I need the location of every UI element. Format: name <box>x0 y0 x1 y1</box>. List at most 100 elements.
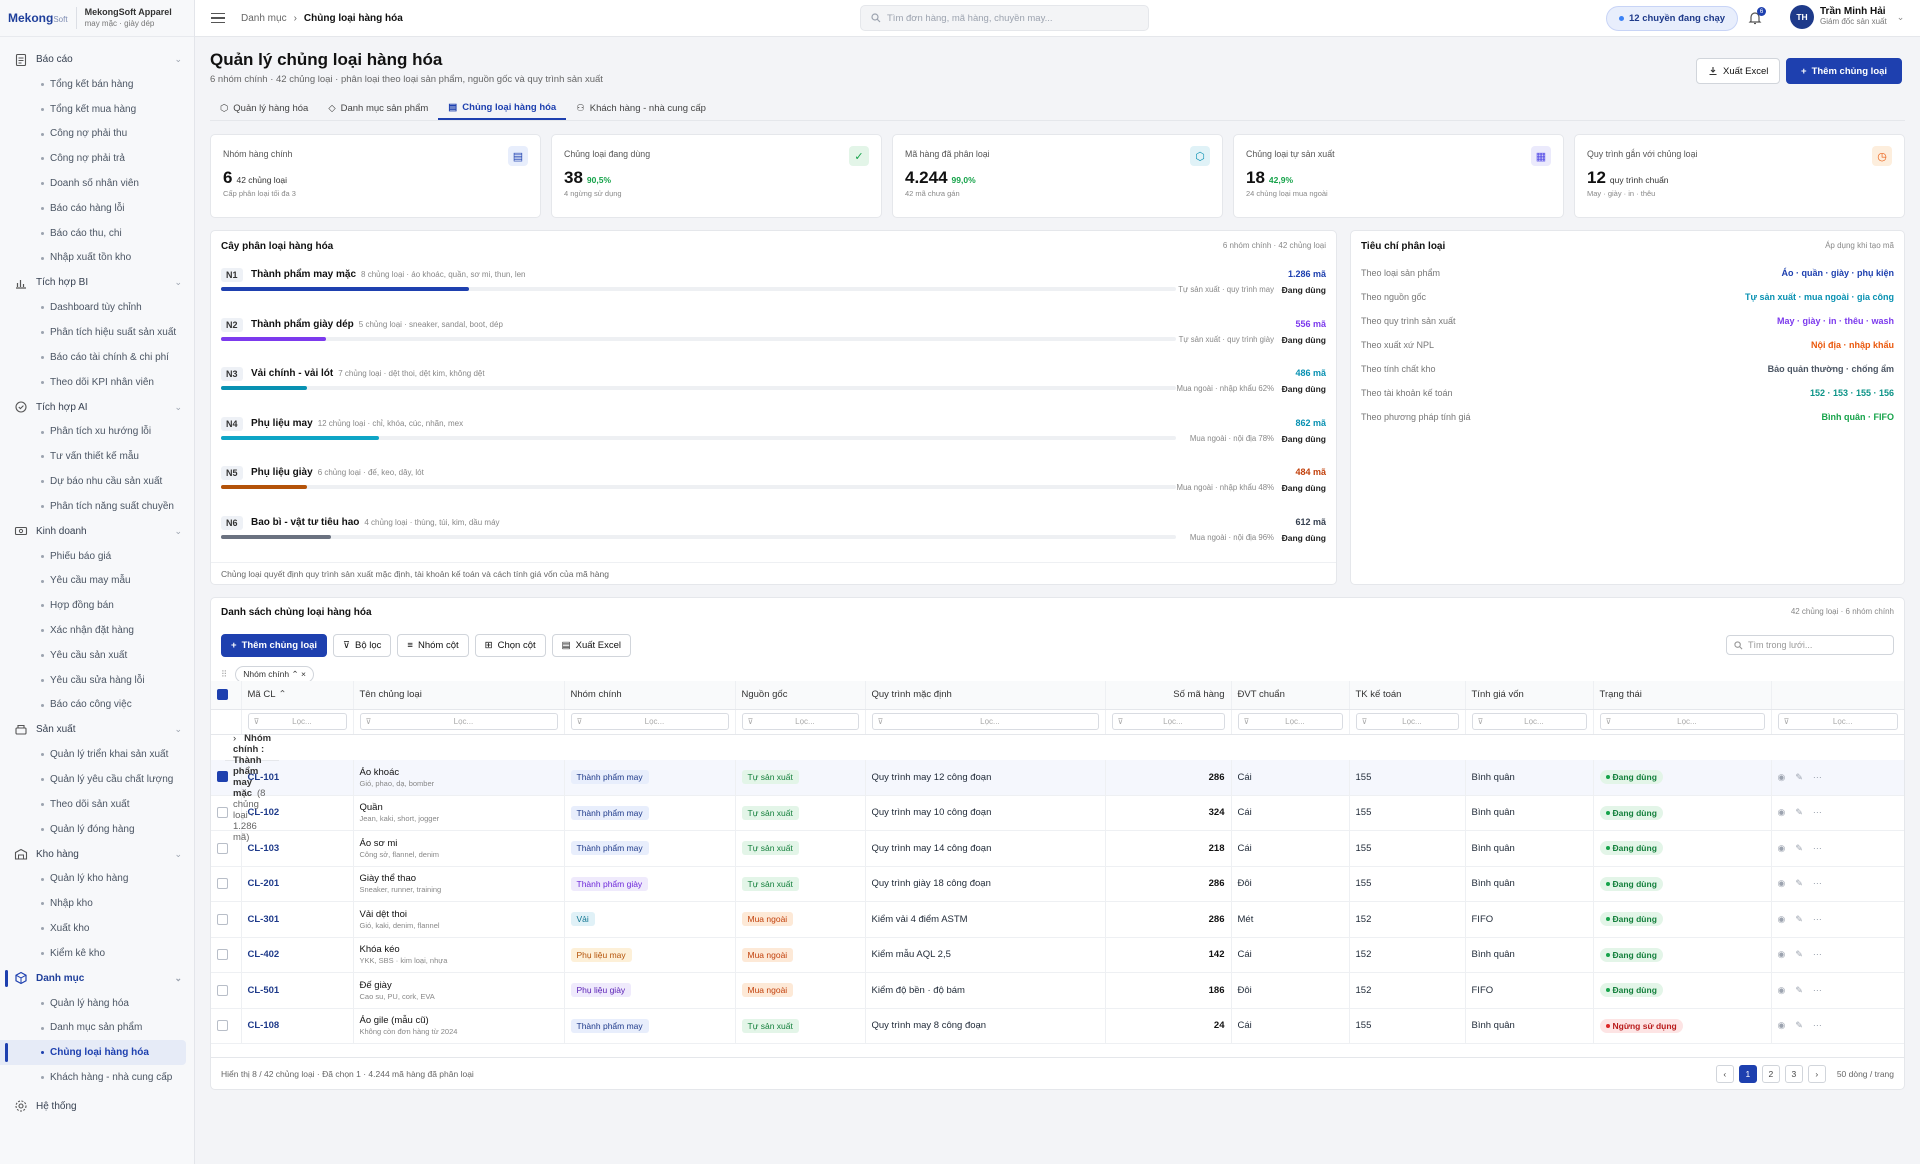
tab-1[interactable]: ◇ Danh mục sản phẩm <box>318 96 438 120</box>
sidebar-item[interactable]: Nhập kho <box>0 891 194 916</box>
sidebar-group-system[interactable]: Hệ thống <box>0 1094 194 1119</box>
global-search-input[interactable]: Tìm đơn hàng, mã hàng, chuyền may... <box>860 5 1149 31</box>
sidebar-item[interactable]: Quản lý yêu cầu chất lượng <box>0 767 194 792</box>
sidebar-item[interactable]: Dashboard tùy chỉnh <box>0 295 194 320</box>
column-filter-input[interactable]: ⊽ Lọc... <box>871 713 1099 730</box>
view-icon[interactable]: ◉ <box>1778 1020 1786 1031</box>
sidebar-item[interactable]: Phân tích năng suất chuyền <box>0 494 194 519</box>
sidebar-item[interactable]: Báo cáo hàng lỗi <box>0 196 194 221</box>
grid-add-button[interactable]: + Thêm chủng loại <box>221 634 328 657</box>
column-filter-input[interactable]: ⊽ Lọc... <box>1599 713 1765 730</box>
group-header-row[interactable]: › Nhóm chính : Thành phẩm may mặc (8 chủng… <box>211 733 280 843</box>
more-icon[interactable]: ⋯ <box>1813 1020 1822 1031</box>
sidebar-item[interactable]: Phân tích xu hướng lỗi <box>0 420 194 445</box>
sidebar-item[interactable]: Báo cáo công việc <box>0 693 194 718</box>
table-row[interactable]: CL-108 Áo gile (mẫu cũ) Không còn đơn hàng… <box>211 1008 1904 1044</box>
page-button[interactable]: 1 <box>1738 1065 1757 1083</box>
tree-group-row[interactable]: N3 Vải chính - vải lót 7 chủng loại · dệt … <box>221 367 1326 411</box>
tree-group-row[interactable]: N6 Bao bì - vật tư tiêu hao 4 chủng loại ·… <box>221 515 1326 560</box>
table-row[interactable]: CL-201 Giày thể thao Sneaker, runner, trai… <box>211 866 1904 902</box>
column-header[interactable]: Tên chủng loại <box>353 681 565 710</box>
sidebar-item[interactable]: Theo dõi KPI nhân viên <box>0 370 194 395</box>
sidebar-group-0[interactable]: Báo cáo ⌄ <box>0 47 194 72</box>
page-button[interactable]: 3 <box>1784 1065 1803 1083</box>
edit-icon[interactable]: ✎ <box>1795 878 1803 889</box>
choose-columns-button[interactable]: ⊞ Chọn cột <box>474 634 546 657</box>
sidebar-item[interactable]: Kiểm kê kho <box>0 941 194 966</box>
logo[interactable]: Mekong Soft <box>8 7 77 29</box>
row-checkbox[interactable] <box>217 913 228 925</box>
page-size-select[interactable]: 50 dòng / trang <box>1837 1069 1894 1079</box>
category-code-link[interactable]: CL-201 <box>248 878 280 889</box>
table-row[interactable]: CL-103 Áo sơ mi Công sở, flannel, denim Thà… <box>211 830 1904 867</box>
table-row[interactable]: CL-101 Áo khoác Gió, phao, dạ, bomber Thành… <box>211 759 1904 796</box>
view-icon[interactable]: ◉ <box>1778 985 1786 996</box>
sidebar-group-3[interactable]: Kinh doanh ⌄ <box>0 519 194 544</box>
sidebar-item[interactable]: Quản lý đóng hàng <box>0 817 194 842</box>
sidebar-item[interactable]: Yêu cầu sửa hàng lỗi <box>0 668 194 693</box>
edit-icon[interactable]: ✎ <box>1795 807 1803 818</box>
row-checkbox[interactable] <box>217 1020 228 1032</box>
column-header[interactable]: Nhóm chính <box>564 681 736 710</box>
edit-icon[interactable]: ✎ <box>1795 949 1803 960</box>
tree-group-row[interactable]: N1 Thành phẩm may mặc 8 chủng loại · áo kh… <box>221 268 1326 312</box>
running-lines-badge[interactable]: 12 chuyền đang chạy <box>1606 6 1739 31</box>
category-code-link[interactable]: CL-108 <box>248 1020 280 1031</box>
sidebar-item[interactable]: Quản lý triển khai sản xuất <box>0 742 194 767</box>
more-icon[interactable]: ⋯ <box>1813 878 1822 889</box>
row-checkbox[interactable] <box>217 771 228 783</box>
tree-group-row[interactable]: N4 Phụ liệu may 12 chủng loại · chỉ, khóa,… <box>221 416 1326 461</box>
next-page-button[interactable]: › <box>1807 1065 1826 1083</box>
sidebar-item[interactable]: Danh mục sản phẩm <box>0 1016 194 1041</box>
category-code-link[interactable]: CL-402 <box>248 949 280 960</box>
sidebar-item[interactable]: Khách hàng - nhà cung cấp <box>0 1065 194 1090</box>
sidebar-item[interactable]: Xuất kho <box>0 916 194 941</box>
table-row[interactable]: CL-102 Quần Jean, kaki, short, jogger Thành… <box>211 795 1904 831</box>
sidebar-group-6[interactable]: Danh mục ⌄ <box>0 966 194 991</box>
more-icon[interactable]: ⋯ <box>1813 772 1822 783</box>
column-filter-input[interactable]: ⊽ Lọc... <box>1111 713 1225 730</box>
sidebar-item[interactable]: Quản lý kho hàng <box>0 867 194 892</box>
column-header[interactable]: Trạng thái <box>1593 681 1772 710</box>
column-header[interactable]: Quy trình mặc định <box>865 681 1106 710</box>
column-header[interactable]: TK kế toán <box>1349 681 1466 710</box>
select-all-checkbox[interactable] <box>217 689 228 701</box>
sidebar-item[interactable]: Tư vấn thiết kế mẫu <box>0 444 194 469</box>
category-code-link[interactable]: CL-501 <box>248 985 280 996</box>
sidebar-item[interactable]: Phiếu báo giá <box>0 544 194 569</box>
table-row[interactable]: CL-402 Khóa kéo YKK, SBS · kim loại, nhựa P… <box>211 937 1904 973</box>
column-filter-input[interactable]: ⊽ Lọc... <box>247 713 347 730</box>
sidebar-item[interactable]: Quản lý hàng hóa <box>0 991 194 1016</box>
row-checkbox[interactable] <box>217 842 228 854</box>
more-icon[interactable]: ⋯ <box>1813 914 1822 925</box>
sidebar-group-1[interactable]: Tích hợp BI ⌄ <box>0 270 194 295</box>
more-icon[interactable]: ⋯ <box>1813 807 1822 818</box>
tree-group-row[interactable]: N5 Phụ liệu giày 6 chủng loại · đế, keo, d… <box>221 466 1326 510</box>
sidebar-item[interactable]: Xác nhận đặt hàng <box>0 618 194 643</box>
row-checkbox[interactable] <box>217 807 228 819</box>
column-header[interactable]: Tính giá vốn <box>1465 681 1594 710</box>
column-filter-input[interactable]: ⊽ Lọc... <box>1237 713 1343 730</box>
view-icon[interactable]: ◉ <box>1778 914 1786 925</box>
more-icon[interactable]: ⋯ <box>1813 949 1822 960</box>
edit-icon[interactable]: ✎ <box>1795 914 1803 925</box>
sidebar-group-5[interactable]: Kho hàng ⌄ <box>0 842 194 867</box>
tab-3[interactable]: ⚇ Khách hàng - nhà cung cấp <box>566 96 716 120</box>
grid-export-button[interactable]: ▤ Xuất Excel <box>551 634 632 657</box>
sidebar-item[interactable]: Tổng kết mua hàng <box>0 97 194 122</box>
row-checkbox[interactable] <box>217 984 228 996</box>
page-button[interactable]: 2 <box>1761 1065 1780 1083</box>
sidebar-item[interactable]: Yêu cầu sản xuất <box>0 643 194 668</box>
add-category-button[interactable]: + Thêm chủng loại <box>1786 58 1903 84</box>
view-icon[interactable]: ◉ <box>1778 807 1786 818</box>
sidebar-item[interactable]: Tổng kết bán hàng <box>0 72 194 97</box>
menu-icon[interactable] <box>211 12 225 24</box>
view-icon[interactable]: ◉ <box>1778 949 1786 960</box>
drag-handle-icon[interactable]: ⠿ <box>221 669 227 680</box>
category-code-link[interactable]: CL-301 <box>248 914 280 925</box>
breadcrumb-root[interactable]: Danh mục <box>241 13 287 24</box>
sidebar-group-4[interactable]: Sản xuất ⌄ <box>0 717 194 742</box>
sidebar-item[interactable]: Báo cáo thu, chi <box>0 221 194 246</box>
sidebar-item[interactable]: Hợp đồng bán <box>0 593 194 618</box>
column-filter-input[interactable]: ⊽ Lọc... <box>570 713 729 730</box>
